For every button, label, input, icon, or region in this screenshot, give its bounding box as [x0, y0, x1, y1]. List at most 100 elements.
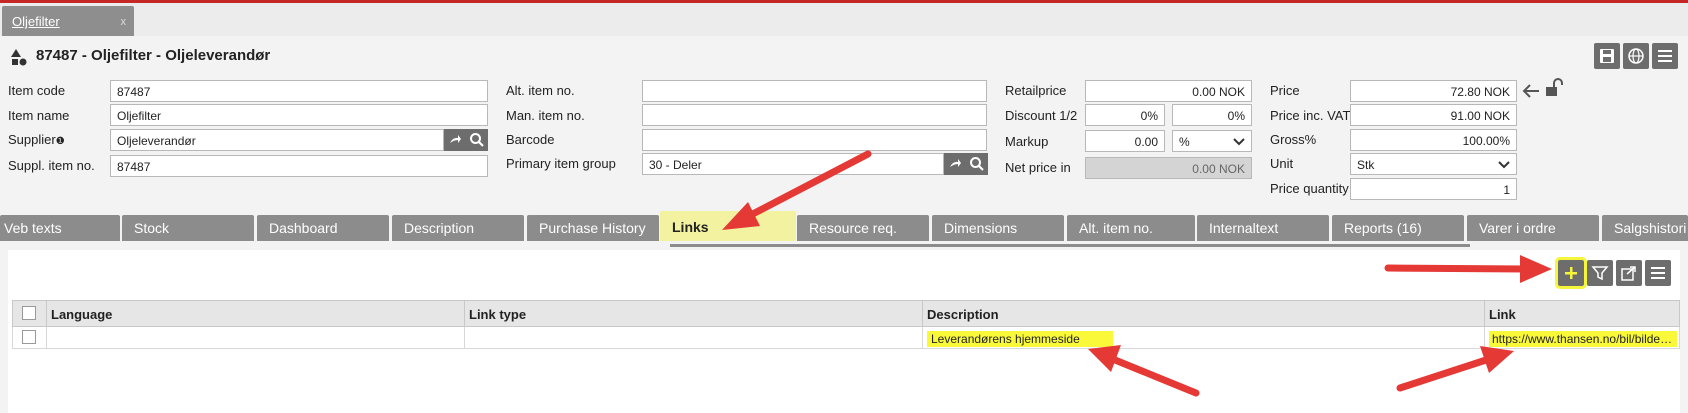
tab-web-texts[interactable]: Veb texts — [0, 215, 120, 241]
supplier-goto-button[interactable] — [444, 129, 466, 151]
markup-field[interactable]: 0.00 — [1085, 130, 1165, 152]
globe-icon — [1628, 48, 1644, 64]
group-search-button[interactable] — [966, 153, 988, 175]
group-label: Primary item group — [506, 156, 616, 171]
row-link: https://www.thansen.no/bil/bildeler/... — [1489, 331, 1677, 347]
supplier-field[interactable]: Oljeleverandør — [110, 129, 444, 151]
row-checkbox[interactable] — [22, 330, 36, 344]
save-icon — [1600, 49, 1614, 63]
price-qty-field[interactable]: 1 — [1350, 178, 1517, 200]
menu-icon — [1651, 267, 1665, 279]
tab-salgshistorikk[interactable]: Salgshistori — [1602, 215, 1688, 241]
gross-label: Gross% — [1270, 132, 1317, 147]
supplier-search-button[interactable] — [466, 129, 488, 151]
group-goto-button[interactable] — [944, 153, 966, 175]
tab-links[interactable]: Links — [660, 211, 796, 241]
item-code-label: Item code — [8, 83, 66, 98]
arrow-left-icon[interactable] — [1522, 83, 1540, 99]
item-panel: 87487 - Oljefilter - Oljeleverandør Item… — [0, 36, 1688, 413]
search-icon — [970, 157, 984, 171]
price-qty-label: Price quantity — [1270, 181, 1349, 196]
column-link[interactable]: Link — [1485, 301, 1681, 326]
gross-field[interactable]: 100.00% — [1350, 129, 1517, 151]
supplier-label: Supplier❶ — [8, 132, 65, 147]
netprice-field: 0.00 NOK — [1085, 157, 1252, 179]
suppl-item-label: Suppl. item no. — [8, 158, 95, 173]
alt-item-field[interactable] — [642, 80, 987, 102]
page-title: 87487 - Oljefilter - Oljeleverandør — [36, 47, 271, 64]
menu-button[interactable] — [1652, 43, 1678, 69]
grid-menu-button[interactable] — [1645, 260, 1671, 286]
select-all-checkbox[interactable] — [22, 306, 36, 320]
export-button[interactable] — [1616, 260, 1642, 286]
discount2-field[interactable]: 0% — [1172, 104, 1252, 126]
tab-description[interactable]: Description — [392, 215, 524, 241]
row-link-cell[interactable]: https://www.thansen.no/bil/bildeler/... — [1485, 327, 1681, 348]
netprice-label: Net price in — [1005, 160, 1071, 175]
group-field[interactable]: 30 - Deler — [642, 153, 944, 175]
retail-field[interactable]: 0.00 NOK — [1085, 80, 1252, 102]
save-button[interactable] — [1594, 43, 1620, 69]
document-tab-label[interactable]: Oljefilter — [12, 14, 60, 29]
unlock-icon[interactable] — [1544, 78, 1564, 98]
arrow-right-icon — [950, 159, 961, 167]
search-icon — [470, 133, 484, 147]
barcode-label: Barcode — [506, 132, 555, 147]
grid-header: Language Link type Description Link — [12, 300, 1680, 327]
tab-reports[interactable]: Reports (16) — [1332, 215, 1464, 241]
man-item-field[interactable] — [642, 104, 987, 126]
man-item-label: Man. item no. — [506, 108, 585, 123]
unit-select[interactable]: Stk — [1350, 153, 1517, 175]
tab-varer-i-ordre[interactable]: Varer i ordre — [1467, 215, 1599, 241]
retail-label: Retailprice — [1005, 83, 1067, 98]
filter-button[interactable] — [1587, 260, 1613, 286]
arrow-right-icon — [450, 135, 461, 143]
column-link-type[interactable]: Link type — [465, 301, 923, 326]
tab-resource-req[interactable]: Resource req. — [797, 215, 929, 241]
row-language[interactable] — [47, 327, 465, 348]
tab-scroll-indicator — [670, 244, 1470, 247]
tab-alt-item-no[interactable]: Alt. item no. — [1067, 215, 1195, 241]
document-tab-oljefilter[interactable]: Oljefilter x — [2, 6, 134, 36]
shapes-icon — [11, 49, 27, 66]
table-row[interactable]: Leverandørens hjemmeside https://www.tha… — [12, 327, 1680, 349]
filter-icon — [1591, 266, 1609, 281]
price-vat-label: Price inc. VAT — [1270, 108, 1351, 123]
discount-label: Discount 1/2 — [1005, 108, 1078, 123]
document-tabstrip: Oljefilter x — [0, 3, 1688, 36]
price-label: Price — [1270, 83, 1300, 98]
row-link-type[interactable] — [465, 327, 923, 348]
chevron-down-icon — [1233, 138, 1245, 146]
info-icon: ❶ — [55, 136, 65, 147]
markup-unit-value: % — [1179, 135, 1190, 149]
menu-icon — [1658, 50, 1672, 62]
barcode-field[interactable] — [642, 129, 987, 151]
tab-dimensions[interactable]: Dimensions — [932, 215, 1064, 241]
language-button[interactable] — [1623, 43, 1649, 69]
price-vat-field[interactable]: 91.00 NOK — [1350, 104, 1517, 126]
detail-tabs: Veb texts Stock Dashboard Description Pu… — [0, 211, 1688, 241]
header-checkbox-cell — [13, 301, 47, 326]
chevron-down-icon — [1498, 161, 1510, 169]
add-link-button[interactable] — [1555, 257, 1587, 289]
item-name-field[interactable]: Oljefilter — [110, 104, 488, 126]
item-code-field[interactable]: 87487 — [110, 80, 488, 102]
unit-value: Stk — [1357, 158, 1375, 172]
discount1-field[interactable]: 0% — [1085, 104, 1165, 126]
suppl-item-field[interactable]: 87487 — [110, 155, 488, 177]
unit-label: Unit — [1270, 156, 1294, 171]
tab-purchase-history[interactable]: Purchase History — [527, 215, 659, 241]
column-description[interactable]: Description — [923, 301, 1485, 326]
row-description-cell[interactable]: Leverandørens hjemmeside — [923, 327, 1485, 348]
close-tab-icon[interactable]: x — [121, 16, 127, 28]
tab-stock[interactable]: Stock — [122, 215, 254, 241]
price-field[interactable]: 72.80 NOK — [1350, 80, 1517, 102]
links-grid: Language Link type Description Link Leve… — [8, 250, 1680, 413]
item-name-label: Item name — [8, 108, 70, 123]
markup-unit-select[interactable]: % — [1172, 130, 1252, 152]
tab-dashboard[interactable]: Dashboard — [257, 215, 389, 241]
row-checkbox-cell — [13, 327, 47, 348]
column-language[interactable]: Language — [47, 301, 465, 326]
tab-internaltext[interactable]: Internaltext — [1197, 215, 1329, 241]
markup-label: Markup — [1005, 134, 1049, 149]
